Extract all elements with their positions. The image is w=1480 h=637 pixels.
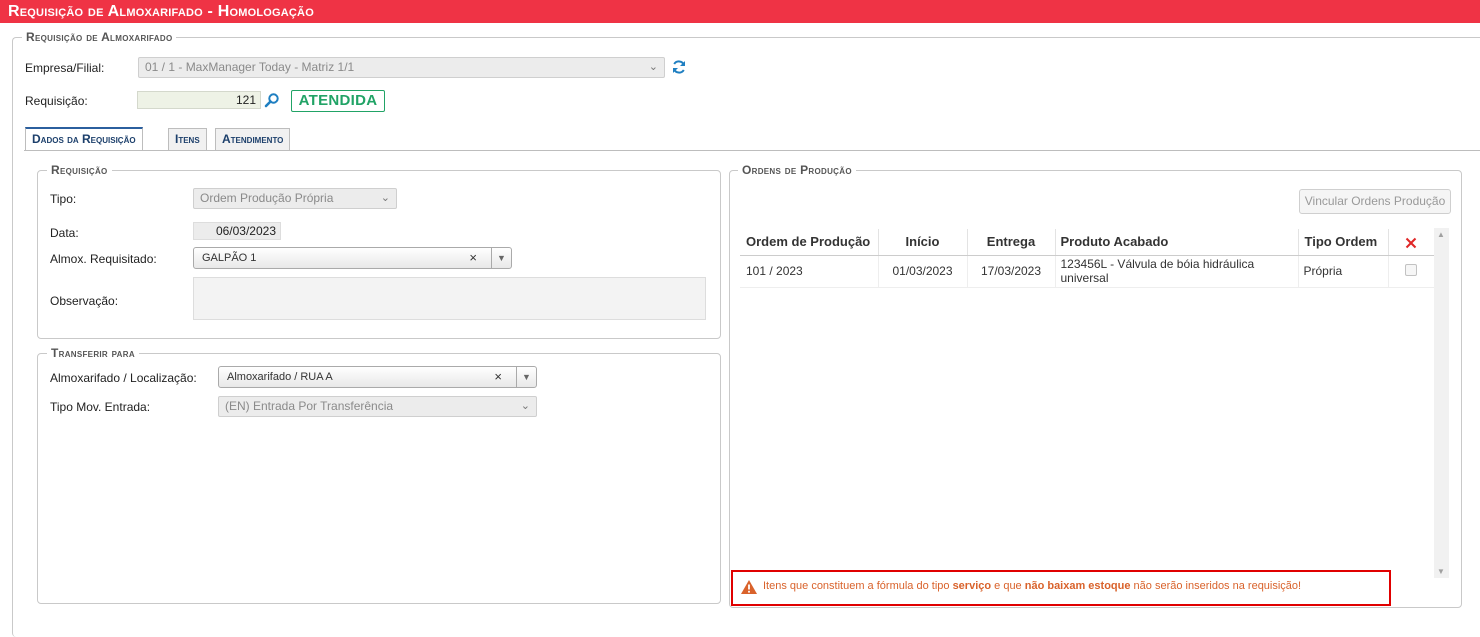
data-field[interactable]: 06/03/2023: [193, 222, 281, 240]
grid-scrollbar[interactable]: ▲ ▼: [1434, 228, 1449, 578]
column-header-tipo-ordem[interactable]: Tipo Ordem: [1298, 229, 1389, 256]
tab-atendimento[interactable]: Atendimento: [215, 128, 291, 150]
almox-localizacao-select[interactable]: Almoxarifado / RUA A × ▼: [218, 366, 537, 388]
tipo-select-value: Ordem Produção Própria: [200, 191, 334, 205]
dropdown-arrow-icon[interactable]: ▼: [516, 367, 536, 387]
delete-column-header[interactable]: [1388, 229, 1434, 256]
warning-icon: [741, 580, 757, 594]
requisicao-number-field[interactable]: 121: [137, 91, 261, 109]
warning-text-1: Itens que constituem a fórmula do tipo: [763, 580, 953, 592]
column-header-produto[interactable]: Produto Acabado: [1055, 229, 1299, 256]
table-header-row: Ordem de Produção Início Entrega Produto…: [740, 229, 1434, 256]
status-badge: ATENDIDA: [291, 90, 385, 112]
clear-icon[interactable]: ×: [469, 248, 477, 268]
almox-requisitado-select[interactable]: GALPÃO 1 × ▼: [193, 247, 512, 269]
warning-text-2: e que: [991, 580, 1025, 592]
warning-bold-estoque: não baixam estoque: [1024, 580, 1131, 592]
observacao-label: Observação:: [50, 294, 119, 308]
cell-produto: 123456L - Válvula de bóia hidráulica uni…: [1055, 255, 1299, 288]
tab-dados-da-requisicao[interactable]: Dados da Requisição: [25, 127, 143, 150]
tipo-select[interactable]: Ordem Produção Própria ⌄: [193, 188, 397, 209]
transferir-group: [37, 353, 721, 604]
chevron-down-icon: ⌄: [520, 400, 530, 412]
requisicao-legend: Requisição: [47, 163, 112, 177]
tab-itens[interactable]: Itens: [168, 128, 207, 150]
row-select-checkbox[interactable]: [1405, 263, 1418, 276]
table-row[interactable]: 101 / 2023 01/03/2023 17/03/2023 123456L…: [740, 255, 1434, 288]
cell-entrega: 17/03/2023: [967, 255, 1056, 288]
refresh-icon[interactable]: [671, 59, 687, 75]
scroll-down-icon[interactable]: ▼: [1437, 567, 1445, 576]
warning-box: Itens que constituem a fórmula do tipo s…: [731, 570, 1391, 606]
cell-tipo: Própria: [1298, 255, 1389, 288]
clear-icon[interactable]: ×: [494, 367, 502, 387]
scroll-up-icon[interactable]: ▲: [1437, 230, 1445, 239]
ordens-producao-legend: Ordens de Produção: [738, 163, 856, 177]
column-header-ordem[interactable]: Ordem de Produção: [740, 229, 879, 256]
cell-inicio: 01/03/2023: [878, 255, 968, 288]
almox-localizacao-label: Almoxarifado / Localização:: [50, 371, 197, 385]
tipo-mov-entrada-value: (EN) Entrada Por Transferência: [225, 399, 394, 413]
transferir-legend: Transferir para: [47, 346, 139, 360]
search-icon[interactable]: [264, 92, 280, 108]
tipo-label: Tipo:: [50, 192, 77, 206]
warning-text-3: não serão inseridos na requisição!: [1130, 580, 1302, 592]
almox-localizacao-value: Almoxarifado / RUA A: [227, 371, 333, 383]
warning-bold-servico: serviço: [952, 580, 992, 592]
almox-requisitado-value: GALPÃO 1: [202, 252, 257, 264]
observacao-textarea[interactable]: [193, 277, 706, 320]
tab-strip-line: [24, 150, 1480, 151]
chevron-down-icon: ⌄: [648, 61, 658, 73]
vincular-ordens-button[interactable]: Vincular Ordens Produção: [1299, 189, 1451, 214]
tipo-mov-entrada-label: Tipo Mov. Entrada:: [50, 400, 151, 414]
empresa-select-value: 01 / 1 - MaxManager Today - Matriz 1/1: [145, 60, 355, 74]
column-header-entrega[interactable]: Entrega: [967, 229, 1056, 256]
empresa-label: Empresa/Filial:: [25, 61, 105, 75]
ordens-table: Ordem de Produção Início Entrega Produto…: [740, 229, 1434, 288]
tipo-mov-entrada-select[interactable]: (EN) Entrada Por Transferência ⌄: [218, 396, 537, 417]
empresa-select[interactable]: 01 / 1 - MaxManager Today - Matriz 1/1 ⌄: [138, 57, 665, 78]
column-header-inicio[interactable]: Início: [878, 229, 968, 256]
chevron-down-icon: ⌄: [380, 192, 390, 204]
window-title: Requisição de Almoxarifado - Homologação: [0, 0, 1480, 23]
cell-ordem: 101 / 2023: [740, 255, 879, 288]
dropdown-arrow-icon[interactable]: ▼: [491, 248, 511, 268]
requisicao-label: Requisição:: [25, 94, 88, 108]
delete-icon[interactable]: [1405, 237, 1417, 249]
almox-requisitado-label: Almox. Requisitado:: [50, 252, 157, 266]
cell-select: [1388, 255, 1434, 288]
data-label: Data:: [50, 226, 79, 240]
requisicao-almoxarifado-legend: Requisição de Almoxarifado: [22, 30, 177, 44]
